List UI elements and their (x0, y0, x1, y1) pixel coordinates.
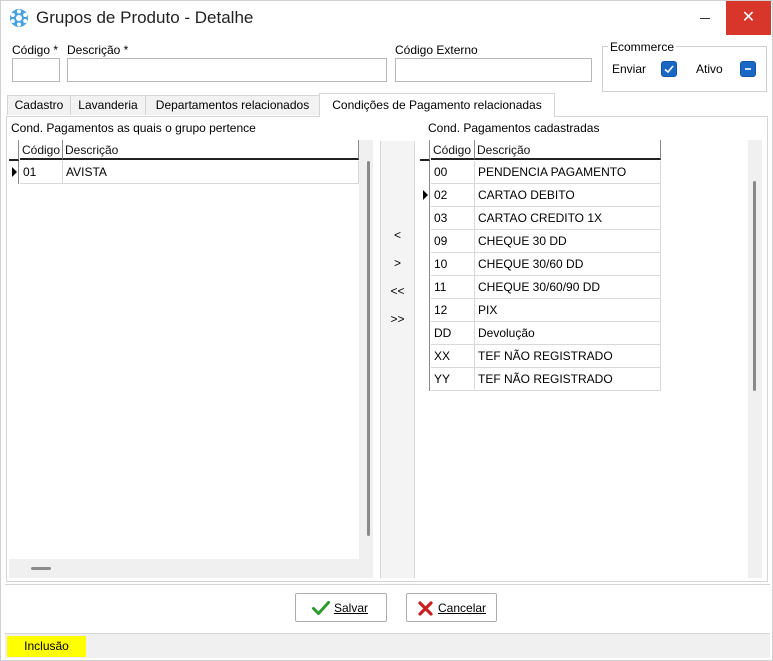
left-horizontal-scrollbar[interactable] (31, 567, 51, 570)
minimize-button[interactable] (684, 1, 726, 35)
left-grid-title: Cond. Pagamentos as quais o grupo perten… (11, 121, 256, 135)
row-indicator-icon (9, 161, 19, 184)
row-indicator (420, 368, 430, 391)
table-row[interactable]: DD (431, 322, 475, 345)
indeterminate-icon (745, 68, 751, 70)
cancel-button[interactable]: Cancelar (406, 593, 497, 622)
detail-window: Grupos de Produto - Detalhe ✕ Código * D… (0, 0, 773, 661)
tab-cadastro[interactable]: Cadastro (7, 95, 71, 115)
table-row[interactable]: 11 (431, 276, 475, 299)
right-col-descricao[interactable]: Descrição (475, 140, 661, 160)
left-col-codigo[interactable]: Código (20, 140, 63, 160)
table-row[interactable]: PIX (475, 299, 661, 322)
move-all-right-button[interactable]: >> (381, 308, 414, 330)
table-row[interactable]: 00 (431, 161, 475, 184)
cancel-label: Cancelar (438, 601, 487, 615)
save-button[interactable]: Salvar (295, 593, 387, 622)
table-row[interactable]: 02 (431, 184, 475, 207)
close-button[interactable]: ✕ (726, 1, 771, 35)
left-col-descricao[interactable]: Descrição (63, 140, 359, 160)
table-row[interactable]: YY (431, 368, 475, 391)
move-right-button[interactable]: > (381, 252, 414, 274)
table-row[interactable]: XX (431, 345, 475, 368)
row-indicator (420, 345, 430, 368)
save-label: Salvar (334, 601, 369, 615)
check-icon (312, 601, 330, 615)
table-row[interactable]: CHEQUE 30/60/90 DD (475, 276, 661, 299)
codigo-externo-label: Código Externo (395, 43, 478, 57)
row-indicator (420, 322, 430, 345)
table-row[interactable]: CHEQUE 30/60 DD (475, 253, 661, 276)
title-bar: Grupos de Produto - Detalhe ✕ (1, 1, 772, 37)
table-row[interactable]: Devolução (475, 322, 661, 345)
table-row[interactable]: CARTAO CREDITO 1X (475, 207, 661, 230)
close-icon: ✕ (741, 9, 756, 26)
table-row[interactable]: AVISTA (63, 161, 359, 184)
table-row[interactable]: TEF NÃO REGISTRADO (475, 345, 661, 368)
row-indicator (420, 207, 430, 230)
tab-lavanderia[interactable]: Lavanderia (70, 95, 146, 115)
table-row[interactable]: 12 (431, 299, 475, 322)
check-icon (664, 65, 674, 74)
x-icon (418, 601, 433, 616)
ativo-checkbox[interactable] (740, 61, 756, 77)
descricao-label: Descrição * (67, 43, 129, 57)
right-grid: Código Descrição 00 PENDENCIA PAGAMENTO 02… (420, 140, 762, 578)
right-grid-title: Cond. Pagamentos cadastradas (428, 121, 600, 135)
move-left-button[interactable]: < (381, 224, 414, 246)
codigo-externo-field[interactable] (395, 58, 592, 82)
tab-condicoes-pagamento[interactable]: Condições de Pagamento relacionadas (319, 93, 555, 117)
table-row[interactable]: PENDENCIA PAGAMENTO (475, 161, 661, 184)
window-title: Grupos de Produto - Detalhe (36, 8, 254, 27)
app-icon (9, 8, 29, 28)
table-row[interactable]: 01 (20, 161, 63, 184)
left-grid: Código Descrição 01 AVISTA (9, 140, 373, 578)
right-vertical-scrollbar[interactable] (748, 140, 762, 578)
enviar-checkbox[interactable] (661, 61, 677, 77)
row-indicator (420, 230, 430, 253)
row-indicator (420, 276, 430, 299)
row-indicator (420, 299, 430, 322)
move-buttons-panel: < > << >> (380, 141, 415, 578)
table-row[interactable]: TEF NÃO REGISTRADO (475, 368, 661, 391)
table-row[interactable]: 10 (431, 253, 475, 276)
table-row[interactable]: 09 (431, 230, 475, 253)
row-indicator (420, 253, 430, 276)
row-indicator-icon (420, 184, 430, 207)
codigo-field[interactable] (12, 58, 60, 82)
ativo-label: Ativo (696, 62, 723, 76)
tab-departamentos[interactable]: Departamentos relacionados (145, 95, 320, 115)
enviar-label: Enviar (612, 62, 647, 76)
status-mode: Inclusão (7, 636, 86, 657)
right-col-codigo[interactable]: Código (431, 140, 475, 160)
row-indicator (420, 161, 430, 184)
move-all-left-button[interactable]: << (381, 280, 414, 302)
table-row[interactable]: 03 (431, 207, 475, 230)
table-row[interactable]: CHEQUE 30 DD (475, 230, 661, 253)
ecommerce-title: Ecommerce (608, 40, 677, 54)
codigo-label: Código * (12, 43, 59, 57)
table-row[interactable]: CARTAO DEBITO (475, 184, 661, 207)
left-vertical-scrollbar[interactable] (359, 140, 373, 559)
status-bar: Inclusão (5, 633, 770, 658)
descricao-field[interactable] (67, 58, 387, 82)
